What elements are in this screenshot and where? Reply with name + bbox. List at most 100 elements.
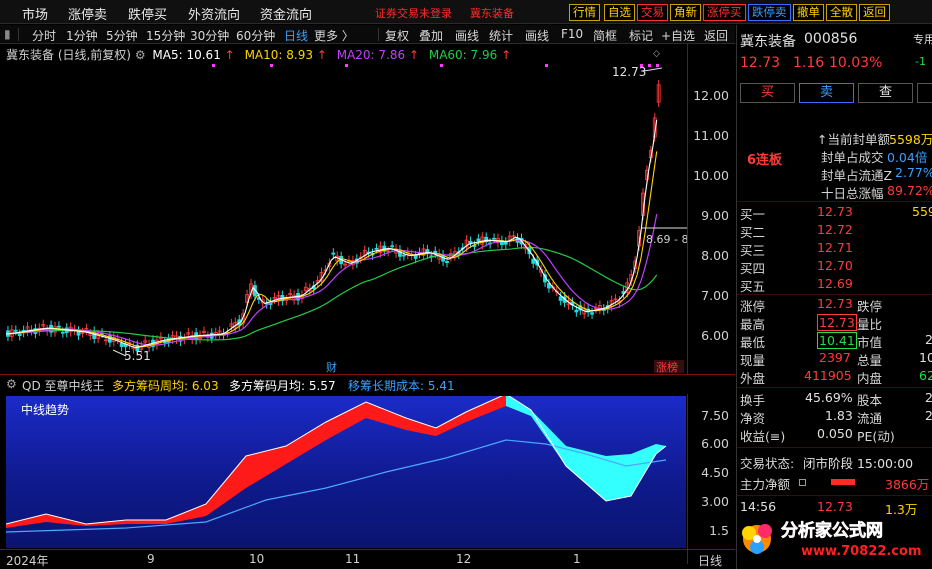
- stat-value: 2: [925, 390, 932, 405]
- toolbar-new-button[interactable]: 角新: [670, 4, 701, 21]
- tool-adjust[interactable]: 复权: [385, 27, 409, 44]
- y-tick: 9.00: [701, 208, 729, 223]
- indicator-panel[interactable]: 中线趋势: [6, 396, 686, 548]
- period-more[interactable]: 更多 〉: [314, 27, 354, 44]
- tool-stats[interactable]: 统计: [489, 27, 513, 44]
- candle-body: [413, 255, 418, 259]
- sub-y-tick: 3.00: [701, 494, 729, 509]
- app-root: 市场 涨停卖 跌停买 外资流向 资金流向 证券交易未登录 冀东装备 行情 自选 …: [0, 0, 932, 569]
- stock-code: 000856: [804, 31, 858, 47]
- quote-label: 最低: [740, 335, 766, 350]
- cross-value: 8.69 - 8: [646, 233, 687, 246]
- menu-foreign-flow[interactable]: 外资流向: [188, 4, 240, 23]
- period-15min[interactable]: 15分钟: [146, 27, 185, 44]
- bid-label: 买四: [740, 261, 766, 276]
- toolbar-trade-button[interactable]: 交易: [637, 4, 668, 21]
- kline-chart[interactable]: 12.73 5.51 8.69 - 8 财 涨榜 ◇: [0, 44, 687, 373]
- period-daily[interactable]: 日线: [284, 27, 308, 44]
- watermark: 分析家公式网 www.70822.com: [742, 520, 922, 559]
- toolbar-quote-button[interactable]: 行情: [569, 4, 600, 21]
- limit-dot: [656, 64, 659, 67]
- limit-dot: [545, 64, 548, 67]
- tab-special[interactable]: 专用: [913, 31, 932, 47]
- bid-price: 12.73: [817, 204, 853, 219]
- tool-draw[interactable]: 画线: [455, 27, 479, 44]
- flow-label: 主力净额: [740, 477, 791, 492]
- stock-warning: 冀东装备: [470, 7, 514, 20]
- limit-label: ↑当前封单额: [817, 132, 890, 147]
- tool-drawline[interactable]: 画线: [525, 27, 549, 44]
- sell-button[interactable]: 卖: [799, 83, 854, 103]
- toolbar-cancel-button[interactable]: 撤单: [793, 4, 824, 21]
- candle-body: [119, 342, 124, 347]
- quote-label: 量比: [857, 317, 883, 332]
- divider: [737, 294, 932, 295]
- period-intraday[interactable]: 分时: [32, 27, 56, 44]
- stat-value: 0.050: [817, 426, 853, 441]
- toolbar-back-button[interactable]: 返回: [859, 4, 890, 21]
- divider: [737, 447, 932, 448]
- tool-frame[interactable]: 简框: [593, 27, 617, 44]
- ma20-line: [5, 213, 658, 346]
- limit-dot: [648, 64, 651, 67]
- candle-body: [374, 247, 379, 250]
- limit-label: 封单占流通Z: [821, 168, 893, 183]
- finance-marker[interactable]: 财: [326, 360, 337, 373]
- limit-dot: [440, 64, 443, 67]
- quote-label: 内盘: [857, 371, 883, 386]
- settings-icon[interactable]: ⚙: [6, 377, 17, 391]
- x-tick: 12: [456, 552, 472, 566]
- indicator-name[interactable]: QD 至尊中线王: [22, 377, 105, 394]
- tool-back[interactable]: 返回: [704, 27, 728, 44]
- toolbar-limit-sell-button[interactable]: 跌停卖: [748, 4, 791, 21]
- candles: [6, 80, 661, 356]
- quote-value: 411905: [804, 368, 852, 383]
- toolbar-limit-buy-button[interactable]: 涨停买: [703, 4, 746, 21]
- candle-body: [17, 333, 22, 336]
- quote-label: 最高: [740, 317, 766, 332]
- menu-limit-up-sell[interactable]: 涨停卖: [68, 4, 107, 23]
- buy-button[interactable]: 买: [740, 83, 795, 103]
- candle-body: [476, 238, 481, 242]
- menu-limit-down-buy[interactable]: 跌停买: [128, 4, 167, 23]
- period-1min[interactable]: 1分钟: [66, 27, 98, 44]
- tool-f10[interactable]: F10: [561, 27, 583, 41]
- tool-mark[interactable]: 标记: [629, 27, 653, 44]
- rank-marker[interactable]: 涨榜: [656, 360, 678, 373]
- bid-price: 12.72: [817, 222, 853, 237]
- flow-toggle-icon[interactable]: [799, 479, 806, 486]
- query-button[interactable]: 查: [858, 83, 913, 103]
- y-tick: 12.00: [693, 88, 729, 103]
- sub-y-tick: 1.5: [709, 523, 729, 538]
- period-60min[interactable]: 60分钟: [236, 27, 275, 44]
- panel-toggle-icon[interactable]: ▮: [4, 27, 11, 41]
- period-30min[interactable]: 30分钟: [190, 27, 229, 44]
- trend-band-down: [506, 396, 666, 501]
- stat-label: 换手: [740, 393, 766, 408]
- logo-core: [753, 535, 761, 543]
- stat-value: 45.69%: [805, 390, 853, 405]
- period-5min[interactable]: 5分钟: [106, 27, 138, 44]
- tool-add-watch[interactable]: +自选: [661, 27, 695, 44]
- ma10-line: [5, 151, 658, 348]
- divider: [737, 387, 932, 388]
- tool-overlay[interactable]: 叠加: [419, 27, 443, 44]
- side-value: -1: [915, 55, 926, 68]
- menu-market[interactable]: 市场: [22, 4, 48, 23]
- limit-value: 89.72%: [887, 183, 932, 198]
- high-pointer: [643, 67, 663, 72]
- bid-label: 买二: [740, 225, 766, 240]
- quote-value: 12.73: [817, 296, 853, 311]
- limit-value: 5598万: [889, 132, 932, 147]
- toolbar-all-button[interactable]: 全散: [826, 4, 857, 21]
- toolbar-watchlist-button[interactable]: 自选: [604, 4, 635, 21]
- more-button[interactable]: [917, 83, 932, 103]
- candle-body: [13, 329, 18, 332]
- sub-y-tick: 7.50: [701, 408, 729, 423]
- menu-capital-flow[interactable]: 资金流向: [260, 4, 312, 23]
- quote-value: 2: [925, 332, 932, 347]
- stat-value: 2: [925, 408, 932, 423]
- indicator-svg: [6, 396, 667, 533]
- y-tick: 6.00: [701, 328, 729, 343]
- quote-panel: 冀东装备 000856 专用 12.73 1.16 10.03% -1 买 卖 …: [736, 25, 932, 569]
